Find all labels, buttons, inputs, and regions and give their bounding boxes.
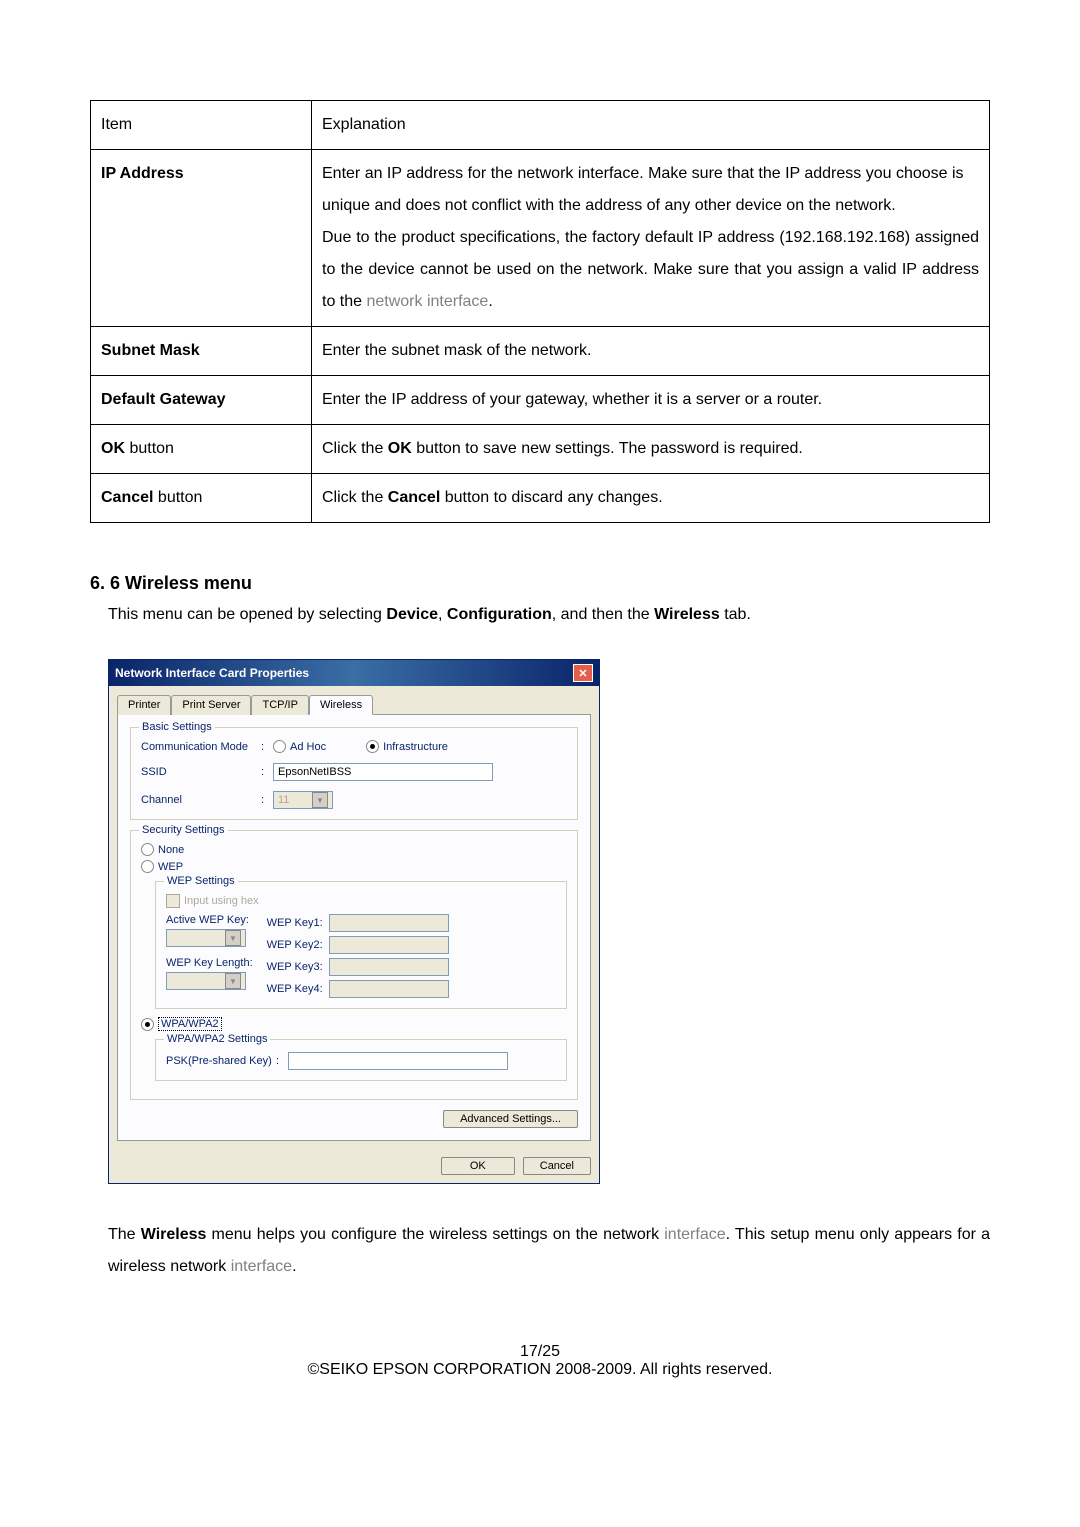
- row-item-cancel: Cancel button: [91, 474, 312, 523]
- wep-settings-legend: WEP Settings: [164, 875, 238, 887]
- cancel-button[interactable]: Cancel: [523, 1157, 591, 1175]
- table-row: Cancel button Click the Cancel button to…: [91, 474, 990, 523]
- row-item-subnet: Subnet Mask: [101, 342, 200, 359]
- table-header-explanation: Explanation: [312, 101, 990, 150]
- channel-label: Channel: [141, 794, 261, 806]
- tab-printer[interactable]: Printer: [117, 695, 171, 715]
- active-wep-select: ▼: [166, 929, 246, 947]
- tab-tcpip[interactable]: TCP/IP: [251, 695, 308, 715]
- psk-label: PSK(Pre-shared Key): [166, 1055, 276, 1067]
- comm-mode-label: Communication Mode: [141, 741, 261, 753]
- wep-key2-label: WEP Key2:: [267, 939, 323, 951]
- tab-wireless[interactable]: Wireless: [309, 695, 373, 715]
- row-explanation-ok: Click the OK button to save new settings…: [312, 425, 990, 474]
- close-icon: ✕: [578, 667, 587, 680]
- radio-icon: [141, 860, 154, 873]
- ok-button[interactable]: OK: [441, 1157, 515, 1175]
- wireless-description: The Wireless menu helps you configure th…: [108, 1219, 990, 1283]
- wep-key3-label: WEP Key3:: [267, 961, 323, 973]
- wep-length-label: WEP Key Length:: [166, 957, 253, 969]
- checkbox-icon: [166, 894, 180, 908]
- table-header-item: Item: [91, 101, 312, 150]
- row-item-gateway: Default Gateway: [101, 391, 225, 408]
- radio-icon: [366, 740, 379, 753]
- input-hex-checkbox: Input using hex: [166, 894, 556, 908]
- advanced-settings-button[interactable]: Advanced Settings...: [443, 1110, 578, 1128]
- wep-key2-input: [329, 936, 449, 954]
- row-explanation-ip: Enter an IP address for the network inte…: [312, 150, 990, 327]
- ssid-input[interactable]: [273, 763, 493, 781]
- security-settings-group: Security Settings None WEP WEP Settings: [130, 830, 578, 1100]
- table-row: IP Address Enter an IP address for the n…: [91, 150, 990, 327]
- wep-key1-input: [329, 914, 449, 932]
- close-button[interactable]: ✕: [573, 664, 593, 682]
- security-settings-legend: Security Settings: [139, 824, 228, 836]
- wep-key4-label: WEP Key4:: [267, 983, 323, 995]
- basic-settings-group: Basic Settings Communication Mode : Ad H…: [130, 727, 578, 820]
- wep-settings-group: WEP Settings Input using hex Active WEP …: [155, 881, 567, 1009]
- basic-settings-legend: Basic Settings: [139, 721, 215, 733]
- section-heading: 6. 6 Wireless menu: [90, 573, 990, 594]
- radio-none[interactable]: None: [141, 843, 567, 856]
- chevron-down-icon: ▼: [312, 792, 328, 808]
- radio-wpa[interactable]: WPA/WPA2: [141, 1017, 567, 1031]
- wep-length-select: ▼: [166, 972, 246, 990]
- radio-adhoc[interactable]: Ad Hoc: [273, 740, 326, 753]
- dialog-title: Network Interface Card Properties: [115, 666, 309, 680]
- row-explanation-cancel: Click the Cancel button to discard any c…: [312, 474, 990, 523]
- tab-print-server[interactable]: Print Server: [171, 695, 251, 715]
- table-row: Subnet Mask Enter the subnet mask of the…: [91, 327, 990, 376]
- chevron-down-icon: ▼: [225, 930, 241, 946]
- active-wep-label: Active WEP Key:: [166, 914, 253, 926]
- settings-table: Item Explanation IP Address Enter an IP …: [90, 100, 990, 523]
- table-row: OK button Click the OK button to save ne…: [91, 425, 990, 474]
- wep-key1-label: WEP Key1:: [267, 917, 323, 929]
- wep-key3-input: [329, 958, 449, 976]
- radio-icon: [141, 843, 154, 856]
- copyright: ©SEIKO EPSON CORPORATION 2008-2009. All …: [90, 1361, 990, 1379]
- row-item-ip: IP Address: [101, 165, 184, 182]
- table-row: Default Gateway Enter the IP address of …: [91, 376, 990, 425]
- row-item-ok: OK button: [91, 425, 312, 474]
- ssid-label: SSID: [141, 766, 261, 778]
- section-intro: This menu can be opened by selecting Dev…: [108, 606, 990, 624]
- chevron-down-icon: ▼: [225, 973, 241, 989]
- properties-dialog: Network Interface Card Properties ✕ Prin…: [108, 659, 600, 1184]
- row-explanation-gateway: Enter the IP address of your gateway, wh…: [312, 376, 990, 425]
- radio-icon: [141, 1018, 154, 1031]
- wep-key4-input: [329, 980, 449, 998]
- radio-wep[interactable]: WEP: [141, 860, 567, 873]
- radio-infrastructure[interactable]: Infrastructure: [366, 740, 448, 753]
- channel-select: 11 ▼: [273, 791, 333, 809]
- row-explanation-subnet: Enter the subnet mask of the network.: [312, 327, 990, 376]
- psk-input[interactable]: [288, 1052, 508, 1070]
- radio-icon: [273, 740, 286, 753]
- wpa-settings-legend: WPA/WPA2 Settings: [164, 1033, 270, 1045]
- page-number: 17/25: [90, 1343, 990, 1361]
- wpa-settings-group: WPA/WPA2 Settings PSK(Pre-shared Key) :: [155, 1039, 567, 1081]
